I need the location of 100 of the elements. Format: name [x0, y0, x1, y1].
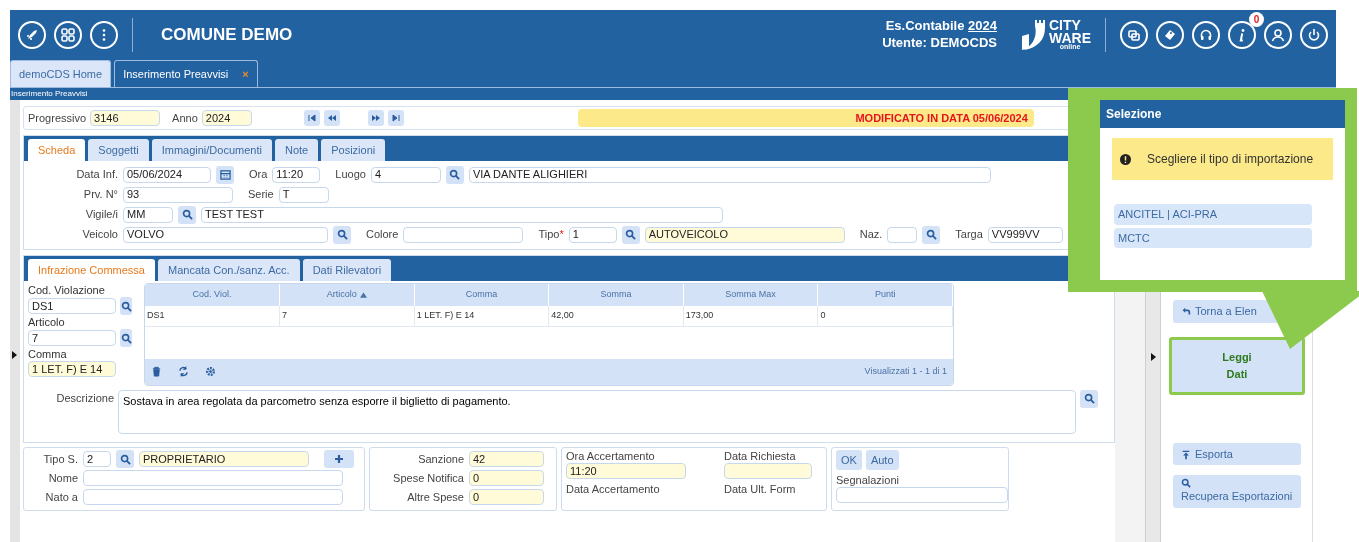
search-button[interactable] [120, 297, 132, 315]
search-icon [625, 229, 637, 240]
column-header[interactable]: Somma [548, 284, 684, 306]
search-button[interactable] [445, 165, 464, 184]
input-field[interactable]: 1 LET. F) E 14 [28, 361, 116, 377]
tag-icon [1162, 27, 1178, 43]
previous-button[interactable] [323, 110, 340, 126]
input-field[interactable] [836, 487, 1008, 504]
search-button[interactable] [1080, 389, 1098, 408]
year-link[interactable]: 2024 [968, 18, 997, 34]
search-button[interactable] [116, 450, 134, 468]
flag-button[interactable]: Auto [865, 449, 899, 470]
column-header[interactable]: Cod. Viol. [145, 284, 280, 306]
input-field[interactable]: 0 [469, 489, 544, 505]
input-field[interactable]: T [278, 186, 329, 203]
calendar-button[interactable] [216, 165, 234, 184]
form-tab[interactable]: Dati Rilevatori [302, 259, 392, 281]
input-field[interactable]: 42 [469, 451, 544, 467]
table-cell: 173,00 [683, 306, 818, 326]
input-field[interactable]: 93 [123, 186, 233, 203]
input-field[interactable] [83, 489, 343, 505]
input-field[interactable]: 11:20 [566, 462, 686, 479]
form-tab[interactable]: Posizioni [321, 139, 386, 161]
search-button[interactable] [922, 225, 941, 244]
input-field[interactable]: 1 [568, 226, 617, 243]
gear-icon [205, 366, 216, 377]
input-field[interactable]: VOLVO [123, 226, 328, 243]
input-field[interactable]: VIA DANTE ALIGHIERI [468, 166, 991, 183]
table-row[interactable]: DS1 7 1 LET. F) E 14 42,00 173,00 0 [145, 306, 953, 326]
first-button[interactable] [303, 110, 320, 126]
import-option[interactable]: MCTC [1114, 227, 1312, 248]
search-icon [181, 209, 193, 220]
input-field[interactable]: 11:20 [272, 166, 321, 183]
form-tab[interactable]: Immagini/Documenti [151, 139, 272, 161]
input-field[interactable]: VV999VV [987, 226, 1063, 243]
page-tab[interactable]: demoCDS Home [10, 59, 112, 87]
field-label: Anno [172, 110, 198, 126]
input-field[interactable]: 2024 [201, 110, 252, 126]
logout-button[interactable] [1300, 21, 1328, 49]
sidebar-button[interactable]: Recupera Esportazioni [1173, 475, 1301, 508]
add-button[interactable] [324, 450, 354, 468]
input-field[interactable]: 4 [370, 166, 441, 183]
input-field[interactable]: AUTOVEICOLO [644, 226, 845, 243]
description-field[interactable]: Sostava in area regolata da parcometro senza esporre il biglietto di pagamento. [118, 389, 1076, 434]
field-label: Vigile/i [84, 207, 118, 223]
input-field[interactable] [887, 226, 918, 243]
input-field[interactable]: DS1 [28, 298, 116, 314]
launcher-button[interactable] [18, 21, 46, 49]
collapse-arrow-icon[interactable] [1150, 352, 1157, 362]
search-icon [120, 332, 132, 344]
user-name: Utente: DEMOCDS [882, 35, 997, 52]
input-field[interactable] [83, 470, 343, 486]
input-field[interactable]: 0 [469, 470, 544, 486]
form-tab[interactable]: Soggetti [88, 139, 149, 161]
search-icon [1083, 393, 1095, 404]
input-field[interactable]: 3146 [90, 110, 161, 126]
refresh-icon [178, 366, 189, 377]
column-header[interactable]: Punti [817, 284, 953, 306]
user-icon [1270, 27, 1286, 43]
field-label: Sanzione [417, 451, 464, 467]
search-icon [119, 453, 131, 465]
search-button[interactable] [621, 225, 640, 244]
field-label: Tipo* [538, 227, 564, 243]
search-button[interactable] [178, 205, 196, 224]
apps-button[interactable] [54, 21, 82, 49]
page-tab[interactable]: Inserimento Preavvisi × [114, 59, 258, 87]
form-tab[interactable]: Mancata Con./sanz. Acc. [158, 259, 300, 281]
support-button[interactable] [1192, 21, 1220, 49]
column-header[interactable]: Comma [414, 284, 549, 306]
input-field[interactable]: TEST TEST [201, 206, 723, 223]
sidebar-button[interactable]: Leggi Dati [1169, 336, 1305, 395]
tag-button[interactable] [1156, 21, 1184, 49]
column-header[interactable]: Somma Max [683, 284, 818, 306]
windows-button[interactable] [1120, 21, 1148, 49]
delete-button[interactable] [151, 366, 162, 377]
input-field[interactable]: 7 [28, 330, 116, 346]
last-button[interactable] [387, 110, 404, 126]
sidebar-button[interactable]: Esporta [1173, 442, 1301, 465]
input-field[interactable] [724, 462, 812, 479]
more-button[interactable] [90, 21, 118, 49]
user-button[interactable] [1264, 21, 1292, 49]
export-icon [1181, 449, 1191, 460]
windows-icon [1126, 27, 1142, 43]
form-tab[interactable]: Note [274, 139, 319, 161]
search-button[interactable] [333, 225, 351, 244]
input-field[interactable]: 2 [83, 451, 111, 467]
search-button[interactable] [120, 329, 132, 347]
flag-button[interactable]: OK [836, 449, 862, 470]
settings-button[interactable] [205, 366, 216, 377]
input-field[interactable]: PROPRIETARIO [139, 451, 309, 467]
field-label: Data Accertamento [566, 482, 661, 496]
import-option[interactable]: ANCITEL | ACI-PRA [1114, 204, 1312, 225]
next-button[interactable] [367, 110, 384, 126]
next-icon [370, 113, 381, 123]
collapse-arrow-icon[interactable] [11, 350, 18, 360]
refresh-button[interactable] [178, 366, 189, 377]
input-field[interactable] [403, 226, 524, 243]
input-field[interactable]: MM [123, 206, 173, 223]
column-header[interactable]: Articolo [279, 284, 415, 306]
input-field[interactable]: 05/06/2024 [123, 166, 211, 183]
